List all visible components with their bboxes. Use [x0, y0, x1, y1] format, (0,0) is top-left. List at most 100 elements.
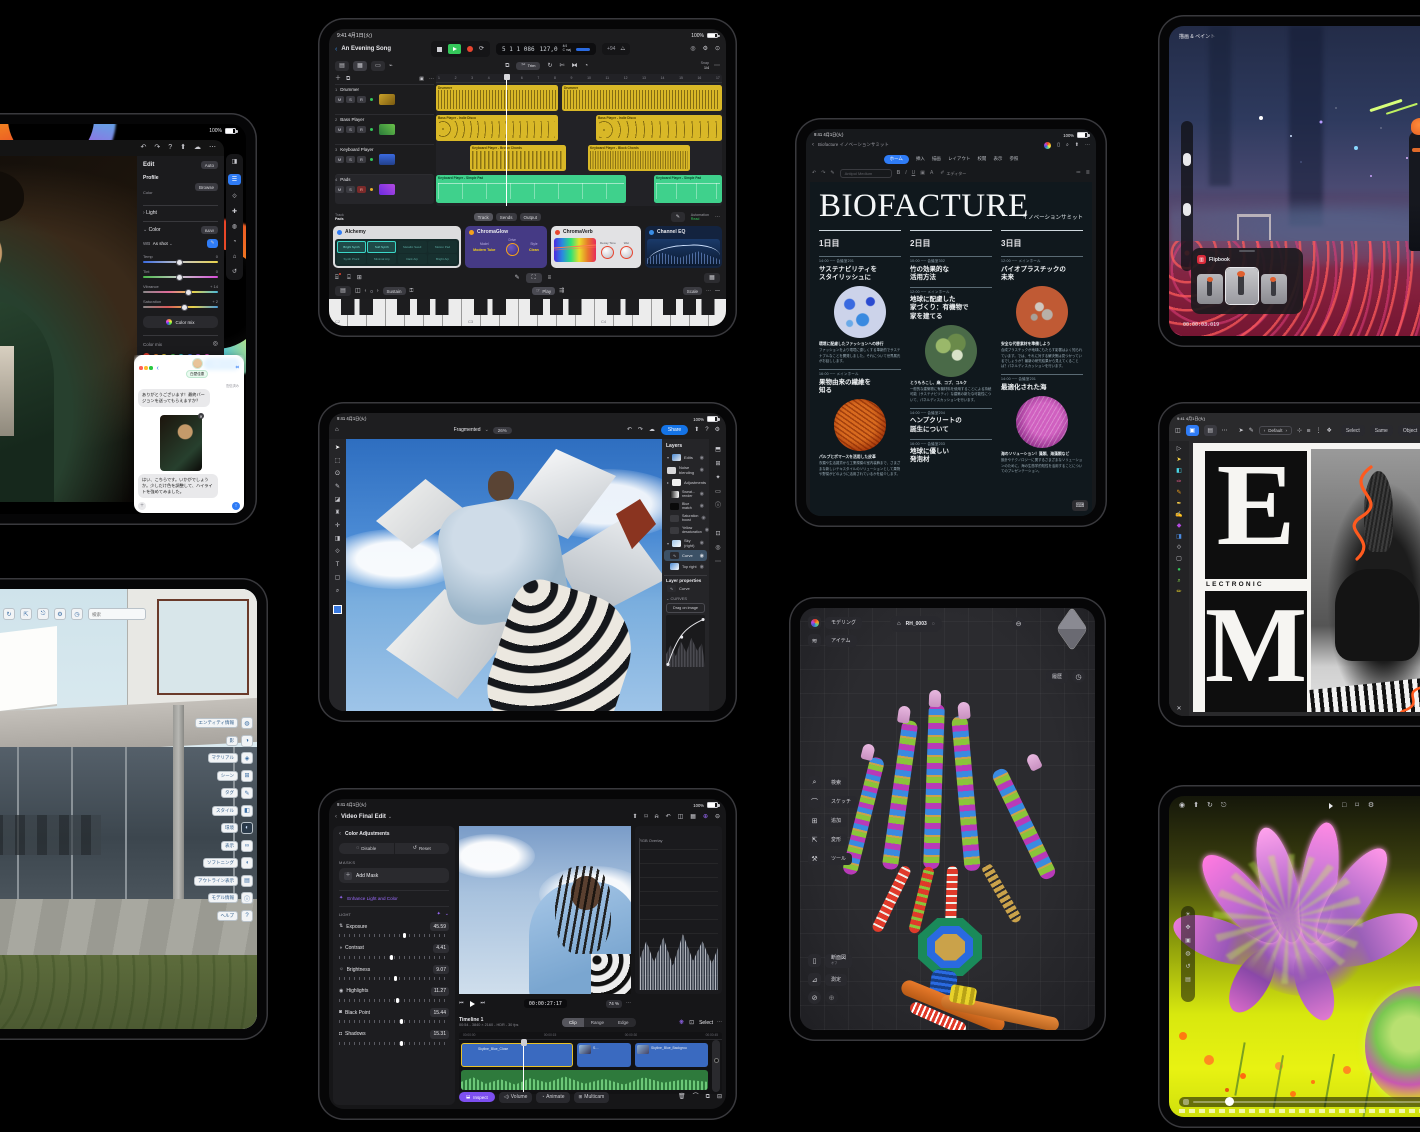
auto-button[interactable]: Auto — [201, 161, 218, 169]
record-enable-button[interactable]: R — [357, 96, 366, 103]
vector-brush-icon[interactable]: ✑ — [1176, 479, 1181, 485]
magazine-spread[interactable]: E LECTRONIC M USIC AV SO IN O — [1193, 443, 1420, 712]
mic-icon[interactable]: ⍾ — [655, 814, 659, 820]
faders-icon[interactable]: ≡ — [548, 275, 552, 281]
duplicate-track-icon[interactable]: ⧉ — [346, 76, 350, 82]
automation-mode[interactable]: Read — [691, 217, 700, 221]
more-icon[interactable]: ⋯ — [706, 289, 711, 294]
add-overlay-icon[interactable]: ⊕ — [703, 814, 708, 820]
gradient-icon[interactable]: ◨ — [335, 536, 341, 542]
octave-up-icon[interactable]: › — [377, 289, 379, 294]
measure-icon[interactable]: ⊿ — [808, 973, 821, 986]
trim-tool[interactable]: ✂Trim — [516, 62, 540, 70]
volume-button[interactable]: ◁)Volume — [499, 1092, 533, 1103]
properties-icon[interactable]: ⬒ — [715, 447, 721, 453]
crop-icon[interactable]: ⟐ — [335, 549, 340, 555]
slider-value[interactable]: 15.31 — [430, 1030, 449, 1039]
curves-graph[interactable] — [666, 615, 705, 667]
comments-icon[interactable]: ▭ — [715, 489, 721, 495]
tab-track[interactable]: Track — [474, 213, 493, 221]
progress-track[interactable] — [1193, 1101, 1420, 1104]
items-button[interactable]: アイテム — [825, 635, 857, 647]
animate-button[interactable]: ◔Animate — [536, 1092, 569, 1103]
tab-home[interactable]: ホーム — [884, 155, 909, 164]
layer-row[interactable]: Blue match◉ — [664, 500, 707, 512]
add-track-icon[interactable]: ＋ — [335, 76, 341, 82]
region-keys-1[interactable]: Keyboard Player - Brown Chords — [470, 145, 566, 171]
add-layer-icon[interactable]: ⊞ — [715, 461, 720, 467]
search-icon[interactable]: ⌕ — [1066, 143, 1069, 148]
move-icon[interactable]: ✥ — [1185, 925, 1190, 931]
stop-icon[interactable]: □ — [1342, 802, 1346, 809]
export-icon[interactable]: ⬆ — [1193, 802, 1199, 809]
select-tool-icon[interactable]: ▷ — [1177, 446, 1182, 452]
metronome-icon[interactable]: ⧍ — [620, 47, 625, 52]
tools-label[interactable]: ツール — [825, 853, 852, 865]
audio-track[interactable] — [461, 1070, 708, 1090]
shadows-icon[interactable]: ◑ — [241, 735, 253, 747]
append-icon[interactable]: ⧉ — [706, 1094, 710, 1100]
decay-knob[interactable] — [601, 246, 614, 259]
piano-keyboard[interactable]: C2 C3 C4 — [329, 299, 726, 326]
song-title[interactable]: An Evening Song — [341, 46, 391, 52]
back-icon[interactable]: ‹ — [335, 46, 337, 53]
undo-icon[interactable]: ↶ — [140, 144, 146, 151]
tab-layout[interactable]: レイアウト — [948, 156, 971, 162]
close-icon[interactable]: ✕ — [1176, 706, 1181, 712]
mixer-view-icon[interactable]: ▦ — [353, 61, 367, 71]
layers-icon[interactable]: ▤ — [1204, 425, 1217, 436]
brush-icon[interactable]: ✎ — [335, 484, 340, 490]
layer-row[interactable]: Top right◉ — [664, 561, 707, 572]
geometry-icon[interactable]: ⌂ — [233, 254, 237, 260]
keyboard-panel-icon[interactable]: ▦ — [704, 273, 720, 283]
track-row[interactable]: 2Bass Player MSR — [335, 114, 434, 144]
crop-icon[interactable]: ⟐ — [1177, 545, 1182, 551]
tab-review[interactable]: 校閲 — [977, 156, 986, 162]
add-mask-button[interactable]: ＋Add Mask — [339, 868, 449, 883]
visibility-icon[interactable]: ◉ — [700, 564, 704, 570]
masking-icon[interactable]: ◍ — [232, 224, 237, 230]
mobile-view-icon[interactable]: ▯ — [1057, 143, 1060, 148]
help-icon[interactable]: ? — [241, 910, 253, 922]
target-icon[interactable]: ◎ — [213, 341, 218, 347]
slider-contrast[interactable]: ◑Contrast4.41 — [339, 944, 449, 959]
export-icon[interactable]: ⬆ — [694, 427, 699, 433]
versions-icon[interactable]: ↺ — [232, 269, 237, 275]
slider-shadows[interactable]: ◘Shadows15.31 — [339, 1030, 449, 1045]
layer-row-selected[interactable]: ∿Curve◉ — [664, 550, 707, 561]
playhead[interactable] — [506, 74, 507, 206]
select-button[interactable]: Select — [699, 1020, 713, 1026]
drag-on-image-button[interactable]: Drag on image — [666, 603, 705, 613]
visibility-icon[interactable]: ◉ — [705, 527, 709, 533]
layer-group[interactable]: ▾Sky (right)◉ — [664, 536, 707, 550]
share-icon[interactable]: ⎋ — [37, 608, 49, 620]
plugin-chromaverb[interactable]: ChromaVerb Decay Time Wet — [551, 226, 641, 268]
presets-icon[interactable]: ◨ — [232, 159, 238, 165]
enhance-button[interactable]: ✦Enhance Light and Color — [339, 890, 449, 907]
pencil-icon[interactable]: ✎ — [1176, 490, 1181, 496]
plugin-channeleq[interactable]: Channel EQ — [645, 226, 722, 268]
stop-button[interactable] — [437, 47, 442, 52]
play-icon[interactable] — [1329, 803, 1333, 809]
collapse-icon[interactable]: ⊖ — [1012, 617, 1025, 630]
slider-value[interactable]: 45.59 — [430, 922, 449, 931]
slider-brightness[interactable]: ☼Brightness9.07 — [339, 965, 449, 980]
outline-icon[interactable]: ▤ — [241, 875, 253, 887]
visibility-icon[interactable]: ◉ — [700, 553, 704, 559]
more-icon[interactable]: ⋯ — [626, 1001, 631, 1006]
node-tool-icon[interactable]: ➤ — [1176, 457, 1181, 463]
facetime-icon[interactable]: ⌗ — [236, 365, 239, 372]
preset-button[interactable]: Metallic Swell — [398, 241, 427, 253]
flipbook-frame[interactable] — [1197, 274, 1223, 304]
redo-icon[interactable]: ↻ — [3, 608, 15, 620]
bar-ruler[interactable]: 1234567891011121314151617 — [436, 74, 722, 83]
track-row[interactable]: 1Drummer MSR — [335, 84, 434, 114]
type-icon[interactable]: T — [336, 562, 340, 568]
back-icon[interactable]: ‹ — [335, 814, 337, 820]
preset-button[interactable]: Bright Arp — [428, 254, 457, 264]
fx-icon[interactable]: ✦ — [715, 475, 720, 481]
split-icon[interactable]: ✄ — [559, 63, 564, 69]
velocity-icon[interactable]: ◔ — [585, 63, 589, 69]
snapping-icon[interactable]: ⌒ — [693, 1094, 699, 1100]
minimize-icon[interactable]: ⊖ — [715, 814, 720, 820]
